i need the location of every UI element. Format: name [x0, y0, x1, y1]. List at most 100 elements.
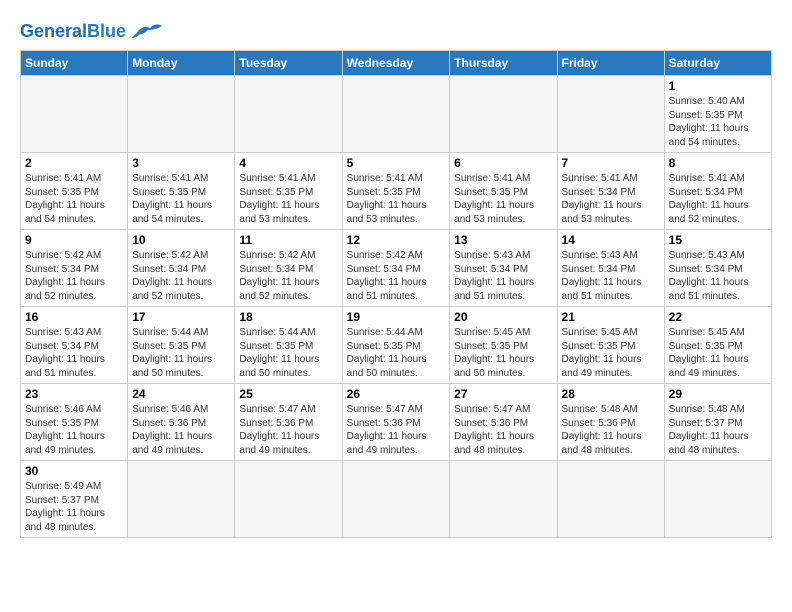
day-info: Sunrise: 5:45 AMSunset: 5:35 PMDaylight:… [454, 326, 552, 380]
day-number: 3 [132, 156, 230, 170]
calendar-header-row: SundayMondayTuesdayWednesdayThursdayFrid… [21, 51, 772, 76]
day-info: Sunrise: 5:47 AMSunset: 5:36 PMDaylight:… [454, 403, 552, 457]
weekday-header-thursday: Thursday [450, 51, 557, 76]
day-info: Sunrise: 5:42 AMSunset: 5:34 PMDaylight:… [347, 249, 446, 303]
calendar-cell: 14Sunrise: 5:43 AMSunset: 5:34 PMDayligh… [557, 230, 664, 307]
day-number: 8 [669, 156, 767, 170]
day-info: Sunrise: 5:48 AMSunset: 5:36 PMDaylight:… [562, 403, 660, 457]
day-info: Sunrise: 5:47 AMSunset: 5:36 PMDaylight:… [239, 403, 337, 457]
calendar-cell [342, 76, 450, 153]
calendar-cell: 24 Sunrise: 5:46 AMSunset: 5:36 PMDayligh… [128, 384, 235, 461]
weekday-header-sunday: Sunday [21, 51, 128, 76]
calendar-cell [664, 461, 771, 538]
day-info: Sunrise: 5:44 AMSunset: 5:35 PMDaylight:… [347, 326, 446, 380]
calendar-cell: 3 Sunrise: 5:41 AMSunset: 5:35 PMDaylight… [128, 153, 235, 230]
calendar-cell: 6Sunrise: 5:41 AMSunset: 5:35 PMDaylight… [450, 153, 557, 230]
day-info: Sunrise: 5:43 AMSunset: 5:34 PMDaylight:… [454, 249, 552, 303]
day-info: Sunrise: 5:45 AMSunset: 5:35 PMDaylight:… [669, 326, 767, 380]
calendar-cell [450, 461, 557, 538]
day-info: Sunrise: 5:40 AMSunset: 5:35 PMDaylight:… [669, 95, 767, 149]
day-info: Sunrise: 5:41 AMSunset: 5:35 PMDaylight:… [347, 172, 446, 226]
day-info: Sunrise: 5:41 AMSunset: 5:34 PMDaylight:… [669, 172, 767, 226]
calendar-cell [21, 76, 128, 153]
day-number: 9 [25, 233, 123, 247]
calendar-cell: 21Sunrise: 5:45 AMSunset: 5:35 PMDayligh… [557, 307, 664, 384]
calendar-cell [557, 76, 664, 153]
calendar-cell: 16Sunrise: 5:43 AMSunset: 5:34 PMDayligh… [21, 307, 128, 384]
weekday-header-friday: Friday [557, 51, 664, 76]
calendar-cell [128, 461, 235, 538]
calendar-cell [235, 76, 342, 153]
day-number: 7 [562, 156, 660, 170]
header: GeneralBlue [20, 16, 772, 42]
calendar-cell: 10Sunrise: 5:42 AMSunset: 5:34 PMDayligh… [128, 230, 235, 307]
day-info: Sunrise: 5:48 AMSunset: 5:37 PMDaylight:… [669, 403, 767, 457]
day-number: 17 [132, 310, 230, 324]
calendar-cell: 25 Sunrise: 5:47 AMSunset: 5:36 PMDayligh… [235, 384, 342, 461]
day-info: Sunrise: 5:44 AMSunset: 5:35 PMDaylight:… [239, 326, 337, 380]
day-info: Sunrise: 5:41 AMSunset: 5:35 PMDaylight:… [454, 172, 552, 226]
day-info: Sunrise: 5:46 AMSunset: 5:36 PMDaylight:… [132, 403, 230, 457]
calendar-cell: 2Sunrise: 5:41 AMSunset: 5:35 PMDaylight… [21, 153, 128, 230]
weekday-header-saturday: Saturday [664, 51, 771, 76]
calendar: SundayMondayTuesdayWednesdayThursdayFrid… [20, 50, 772, 538]
day-number: 13 [454, 233, 552, 247]
calendar-cell [235, 461, 342, 538]
calendar-cell: 27 Sunrise: 5:47 AMSunset: 5:36 PMDayligh… [450, 384, 557, 461]
day-number: 4 [239, 156, 337, 170]
weekday-header-wednesday: Wednesday [342, 51, 450, 76]
day-number: 19 [347, 310, 446, 324]
calendar-cell: 15Sunrise: 5:43 AMSunset: 5:34 PMDayligh… [664, 230, 771, 307]
calendar-cell [557, 461, 664, 538]
calendar-cell: 5 Sunrise: 5:41 AMSunset: 5:35 PMDaylight… [342, 153, 450, 230]
day-number: 24 [132, 387, 230, 401]
day-info: Sunrise: 5:47 AMSunset: 5:36 PMDaylight:… [347, 403, 446, 457]
day-number: 23 [25, 387, 123, 401]
day-number: 27 [454, 387, 552, 401]
day-info: Sunrise: 5:44 AMSunset: 5:35 PMDaylight:… [132, 326, 230, 380]
calendar-week-row: 1 Sunrise: 5:40 AMSunset: 5:35 PMDaylight… [21, 76, 772, 153]
day-info: Sunrise: 5:45 AMSunset: 5:35 PMDaylight:… [562, 326, 660, 380]
calendar-cell: 19 Sunrise: 5:44 AMSunset: 5:35 PMDayligh… [342, 307, 450, 384]
calendar-cell: 4 Sunrise: 5:41 AMSunset: 5:35 PMDaylight… [235, 153, 342, 230]
day-info: Sunrise: 5:41 AMSunset: 5:35 PMDaylight:… [239, 172, 337, 226]
day-number: 30 [25, 464, 123, 478]
calendar-cell: 1 Sunrise: 5:40 AMSunset: 5:35 PMDaylight… [664, 76, 771, 153]
day-info: Sunrise: 5:41 AMSunset: 5:35 PMDaylight:… [132, 172, 230, 226]
logo: GeneralBlue [20, 20, 164, 42]
weekday-header-monday: Monday [128, 51, 235, 76]
day-number: 16 [25, 310, 123, 324]
calendar-cell: 20 Sunrise: 5:45 AMSunset: 5:35 PMDayligh… [450, 307, 557, 384]
day-number: 22 [669, 310, 767, 324]
logo-general: General [20, 21, 87, 41]
day-number: 26 [347, 387, 446, 401]
day-number: 28 [562, 387, 660, 401]
logo-bird-icon [128, 20, 164, 42]
calendar-cell [128, 76, 235, 153]
day-number: 25 [239, 387, 337, 401]
day-info: Sunrise: 5:42 AMSunset: 5:34 PMDaylight:… [132, 249, 230, 303]
logo-blue: Blue [87, 21, 126, 41]
calendar-cell [450, 76, 557, 153]
calendar-week-row: 2Sunrise: 5:41 AMSunset: 5:35 PMDaylight… [21, 153, 772, 230]
day-number: 14 [562, 233, 660, 247]
day-number: 12 [347, 233, 446, 247]
day-number: 18 [239, 310, 337, 324]
calendar-cell: 7Sunrise: 5:41 AMSunset: 5:34 PMDaylight… [557, 153, 664, 230]
calendar-cell: 23 Sunrise: 5:46 AMSunset: 5:35 PMDayligh… [21, 384, 128, 461]
calendar-week-row: 30Sunrise: 5:49 AMSunset: 5:37 PMDayligh… [21, 461, 772, 538]
calendar-cell: 26 Sunrise: 5:47 AMSunset: 5:36 PMDayligh… [342, 384, 450, 461]
day-number: 5 [347, 156, 446, 170]
day-number: 15 [669, 233, 767, 247]
calendar-cell: 22 Sunrise: 5:45 AMSunset: 5:35 PMDayligh… [664, 307, 771, 384]
logo-text: GeneralBlue [20, 22, 126, 40]
calendar-cell [342, 461, 450, 538]
day-number: 20 [454, 310, 552, 324]
day-info: Sunrise: 5:42 AMSunset: 5:34 PMDaylight:… [25, 249, 123, 303]
day-number: 29 [669, 387, 767, 401]
day-info: Sunrise: 5:46 AMSunset: 5:35 PMDaylight:… [25, 403, 123, 457]
day-number: 1 [669, 79, 767, 93]
calendar-cell: 28 Sunrise: 5:48 AMSunset: 5:36 PMDayligh… [557, 384, 664, 461]
calendar-cell: 12 Sunrise: 5:42 AMSunset: 5:34 PMDayligh… [342, 230, 450, 307]
weekday-header-tuesday: Tuesday [235, 51, 342, 76]
